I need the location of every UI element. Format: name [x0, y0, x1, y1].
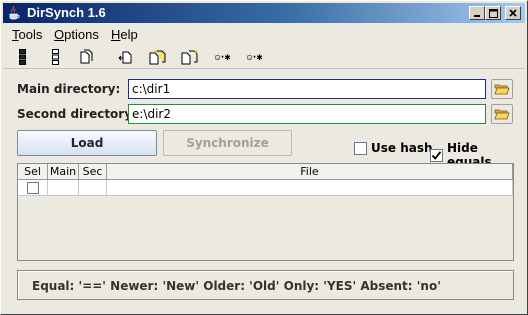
use-hash-checkbox[interactable]: Use hash — [354, 141, 433, 155]
select-none-icon — [52, 49, 59, 65]
toolbar-select-none[interactable] — [45, 47, 67, 67]
copy-right-icon — [181, 50, 198, 65]
maximize-button[interactable] — [485, 6, 501, 20]
row-file-cell — [107, 180, 513, 196]
row-select-cell[interactable] — [18, 180, 48, 196]
browse-second-button[interactable] — [491, 104, 513, 124]
maximize-icon — [488, 8, 498, 18]
status-legend: Equal: '==' Newer: 'New' Older: 'Old' On… — [17, 270, 514, 300]
load-button[interactable]: Load — [17, 130, 157, 156]
close-button[interactable] — [505, 6, 521, 20]
app-window: DirSynch 1.6 Tools Options Help ▫·✱ ▫·✱ … — [0, 0, 528, 315]
filter-equal-icon: ▫·✱ — [214, 51, 230, 63]
file-table[interactable]: Sel Main Sec File — [17, 163, 514, 261]
use-hash-label: Use hash — [371, 141, 433, 155]
menu-help-label: elp — [120, 27, 138, 42]
use-hash-box[interactable] — [354, 141, 367, 155]
open-folder-icon — [494, 109, 510, 120]
minimize-icon — [474, 15, 480, 17]
toolbar-file-copy[interactable] — [75, 47, 97, 67]
browse-main-button[interactable] — [491, 79, 513, 99]
toolbar: ▫·✱ ▫·✱ — [3, 45, 525, 69]
main-directory-label: Main directory: — [17, 82, 121, 96]
main-directory-input[interactable]: c:\dir1 — [128, 79, 486, 99]
select-all-icon — [19, 49, 26, 65]
close-icon — [509, 9, 517, 17]
table-header: Sel Main Sec File — [18, 164, 513, 180]
table-row[interactable] — [18, 180, 513, 196]
filter-diff-icon: ▫·✱ — [246, 51, 262, 63]
menu-options-label: ptions — [64, 27, 99, 42]
column-sec[interactable]: Sec — [79, 164, 107, 180]
menu-tools-label: ools — [18, 27, 43, 42]
menu-help-mnemonic: H — [111, 27, 121, 42]
copy-left-icon — [118, 51, 132, 64]
minimize-button[interactable] — [469, 6, 485, 20]
java-cup-icon — [9, 6, 20, 20]
second-directory-input[interactable]: e:\dir2 — [128, 104, 486, 124]
window-title: DirSynch 1.6 — [27, 5, 106, 20]
toolbar-select-all[interactable] — [12, 47, 34, 67]
menu-options-mnemonic: O — [54, 27, 65, 42]
synchronize-button[interactable]: Synchronize — [163, 130, 292, 156]
second-directory-label: Second directory: — [17, 107, 137, 121]
toolbar-copy-left[interactable] — [115, 47, 137, 67]
title-bar[interactable]: DirSynch 1.6 — [3, 3, 525, 23]
row-select-checkbox[interactable] — [26, 181, 39, 194]
row-sec-cell — [79, 180, 107, 196]
hide-equals-box[interactable] — [430, 148, 443, 162]
menu-options[interactable]: Options — [54, 27, 99, 42]
main-panel: Main directory: c:\dir1 Second directory… — [3, 70, 525, 314]
toolbar-filter-diff[interactable]: ▫·✱ — [241, 47, 267, 67]
menu-bar: Tools Options Help — [3, 24, 525, 44]
toolbar-copy-both[interactable] — [146, 47, 168, 67]
column-sel[interactable]: Sel — [18, 164, 48, 180]
copy-both-icon — [149, 50, 166, 65]
toolbar-copy-right[interactable] — [178, 47, 200, 67]
column-main[interactable]: Main — [48, 164, 79, 180]
checkmark-icon — [431, 150, 442, 160]
menu-tools[interactable]: Tools — [12, 27, 42, 42]
file-copy-icon — [80, 49, 93, 64]
menu-help[interactable]: Help — [111, 27, 138, 42]
open-folder-icon — [494, 84, 510, 95]
column-file[interactable]: File — [107, 164, 513, 180]
toolbar-filter-equal[interactable]: ▫·✱ — [209, 47, 235, 67]
row-main-cell — [48, 180, 79, 196]
